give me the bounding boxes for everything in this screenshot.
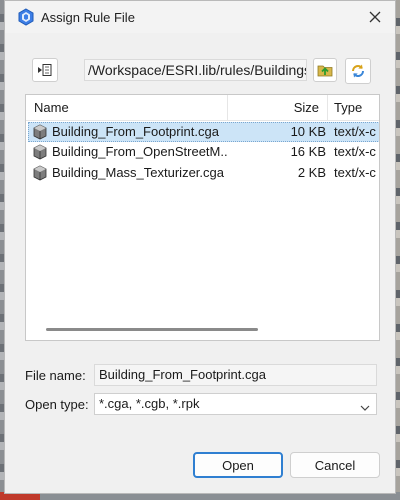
assign-rule-file-dialog: Assign Rule File /Workspace/ESRI.lib/rul… bbox=[4, 0, 396, 494]
back-button[interactable] bbox=[32, 58, 58, 82]
file-list[interactable]: Name Size Type Building_From_Footprint.c… bbox=[25, 94, 380, 341]
file-name-cell: Building_From_OpenStreetM... bbox=[52, 144, 228, 159]
column-header-type[interactable]: Type bbox=[328, 95, 379, 121]
file-name-label: File name: bbox=[25, 368, 86, 383]
file-row[interactable]: Building_From_Footprint.cga 10 KB text/x… bbox=[28, 122, 379, 142]
cancel-button[interactable]: Cancel bbox=[290, 452, 380, 478]
file-type-cell: text/x-c bbox=[334, 124, 376, 139]
file-type-cell: text/x-c bbox=[334, 144, 376, 159]
file-size-cell: 2 KB bbox=[297, 165, 326, 180]
back-icon bbox=[38, 64, 52, 76]
close-icon bbox=[369, 11, 381, 23]
app-icon bbox=[18, 8, 34, 26]
folder-path-field[interactable]: /Workspace/ESRI.lib/rules/Buildings bbox=[84, 59, 307, 81]
file-size-cell: 16 KB bbox=[290, 144, 326, 159]
file-name-input[interactable]: Building_From_Footprint.cga bbox=[94, 364, 377, 386]
parent-folder-button[interactable] bbox=[313, 58, 337, 82]
open-type-value: *.cga, *.cgb, *.rpk bbox=[99, 396, 200, 411]
folder-up-icon bbox=[317, 65, 333, 77]
close-button[interactable] bbox=[361, 5, 389, 29]
chevron-down-icon bbox=[360, 399, 370, 419]
window-title: Assign Rule File bbox=[41, 10, 135, 25]
title-bar: Assign Rule File bbox=[5, 1, 395, 33]
file-size-cell: 10 KB bbox=[290, 124, 326, 139]
file-name-cell: Building_Mass_Texturizer.cga bbox=[52, 165, 224, 180]
column-header-size[interactable]: Size bbox=[228, 95, 328, 121]
file-name-cell: Building_From_Footprint.cga bbox=[52, 124, 219, 139]
rule-file-icon bbox=[32, 165, 48, 181]
rule-file-icon bbox=[32, 144, 48, 160]
open-type-select[interactable]: *.cga, *.cgb, *.rpk bbox=[94, 393, 377, 415]
horizontal-scrollbar[interactable] bbox=[46, 328, 258, 331]
refresh-button[interactable] bbox=[345, 58, 371, 84]
column-header-name[interactable]: Name bbox=[26, 95, 228, 121]
file-type-cell: text/x-c bbox=[334, 165, 376, 180]
open-type-label: Open type: bbox=[25, 397, 89, 412]
open-button[interactable]: Open bbox=[193, 452, 283, 478]
file-row[interactable]: Building_Mass_Texturizer.cga 2 KB text/x… bbox=[28, 163, 379, 183]
refresh-icon bbox=[352, 64, 364, 78]
rule-file-icon bbox=[32, 124, 48, 140]
file-row[interactable]: Building_From_OpenStreetM... 16 KB text/… bbox=[28, 142, 379, 162]
